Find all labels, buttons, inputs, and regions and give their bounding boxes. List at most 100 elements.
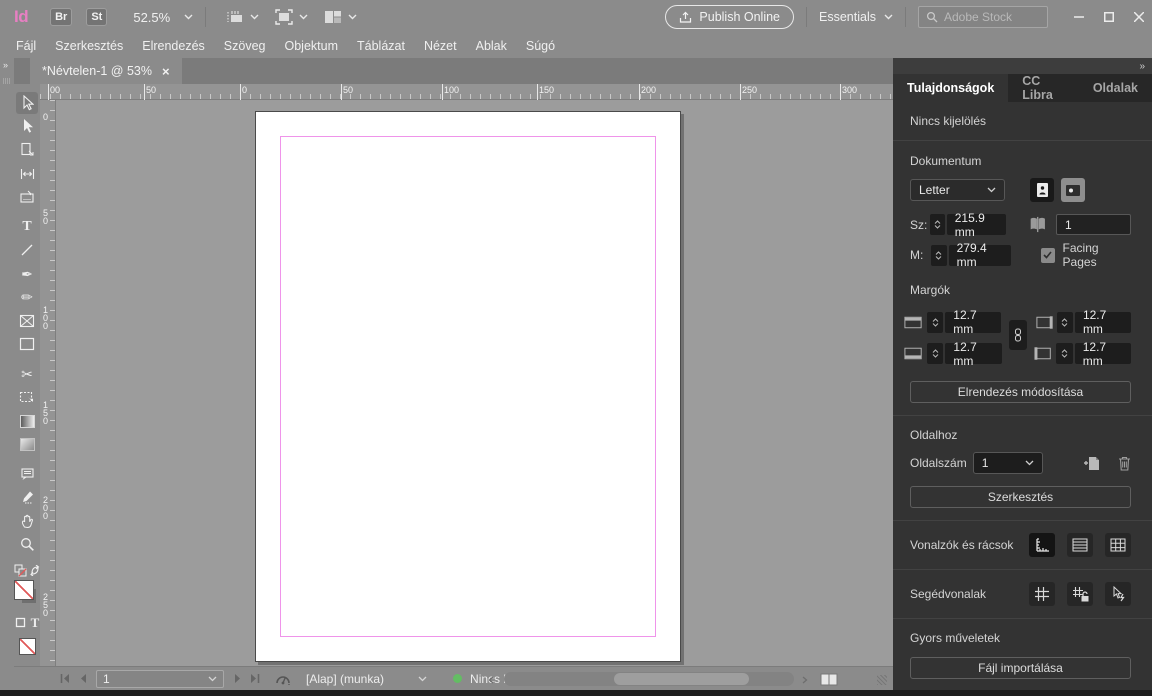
document-canvas[interactable] xyxy=(56,100,893,666)
resize-grip[interactable] xyxy=(877,675,887,685)
gradient-feather-tool[interactable] xyxy=(16,434,38,456)
fill-swatch[interactable] xyxy=(14,580,34,600)
tab-oldalak[interactable]: Oldalak xyxy=(1079,74,1152,102)
publish-online-button[interactable]: Publish Online xyxy=(665,5,794,29)
margin-left-field[interactable]: 12.7 mm xyxy=(1075,343,1131,364)
collapse-panel-icon[interactable]: » xyxy=(1139,61,1144,72)
type-tool[interactable]: T xyxy=(16,216,38,238)
page-tool[interactable] xyxy=(16,139,38,161)
document-grid-button[interactable] xyxy=(1105,533,1131,557)
page-number-dropdown[interactable]: 1 xyxy=(96,670,224,688)
preflight-profile-dropdown[interactable]: [Alap] (munka) xyxy=(306,672,427,686)
panel-page-number-dropdown[interactable]: 1 xyxy=(973,452,1043,474)
bridge-button[interactable]: Br xyxy=(50,8,72,26)
baseline-grid-button[interactable] xyxy=(1067,533,1093,557)
portrait-orientation-button[interactable] xyxy=(1030,178,1054,202)
menu-elrendezes[interactable]: Elrendezés xyxy=(142,39,205,53)
gradient-tool[interactable] xyxy=(16,410,38,432)
document-page[interactable] xyxy=(255,111,681,662)
facing-pages-checkbox[interactable] xyxy=(1041,248,1055,263)
menu-szerkesztes[interactable]: Szerkesztés xyxy=(55,39,123,53)
toolbar-drag-handle[interactable] xyxy=(3,78,11,84)
horizontal-scroll-thumb[interactable] xyxy=(614,673,749,685)
import-file-button[interactable]: Fájl importálása xyxy=(910,657,1131,679)
screen-mode-control[interactable] xyxy=(275,9,308,25)
stock-search-input[interactable] xyxy=(944,10,1034,24)
margin-left-stepper[interactable] xyxy=(1056,343,1072,364)
margin-top-stepper[interactable] xyxy=(927,312,943,333)
spread-view-icon[interactable] xyxy=(820,673,838,686)
scroll-left-icon[interactable] xyxy=(488,676,494,684)
view-options-control[interactable] xyxy=(226,9,259,25)
scroll-right-icon[interactable] xyxy=(802,676,808,684)
horizontal-scrollbar[interactable] xyxy=(504,672,794,686)
collapse-toolbar-icon[interactable]: » xyxy=(0,58,14,70)
gap-tool[interactable] xyxy=(16,163,38,185)
horizontal-ruler[interactable]: 00 50 0 50 100 150 200 250 300 xyxy=(40,84,893,100)
show-guides-button[interactable] xyxy=(1029,582,1055,606)
arrange-documents-control[interactable] xyxy=(324,10,357,24)
menu-objektum[interactable]: Objektum xyxy=(285,39,339,53)
menu-ablak[interactable]: Ablak xyxy=(476,39,507,53)
menu-nezet[interactable]: Nézet xyxy=(424,39,457,53)
maximize-button[interactable] xyxy=(1096,7,1122,27)
link-margins-button[interactable] xyxy=(1009,320,1026,350)
default-fill-stroke-icon[interactable] xyxy=(14,564,27,577)
height-stepper[interactable] xyxy=(931,245,947,266)
facing-pages-control[interactable]: Facing Pages xyxy=(1041,241,1131,269)
eyedropper-tool[interactable] xyxy=(16,487,38,509)
delete-page-icon[interactable] xyxy=(1118,456,1131,471)
preflight-menu-icon[interactable] xyxy=(274,670,292,688)
zoom-tool[interactable] xyxy=(16,534,38,556)
stock-button[interactable]: St xyxy=(86,8,107,26)
next-page-button[interactable] xyxy=(228,670,246,688)
free-transform-tool[interactable] xyxy=(16,387,38,409)
page-count-field[interactable]: 1 xyxy=(1056,214,1131,235)
line-tool[interactable] xyxy=(16,239,38,261)
previous-page-button[interactable] xyxy=(74,670,92,688)
direct-selection-tool[interactable] xyxy=(16,116,38,138)
pencil-tool[interactable]: ✏ xyxy=(16,287,38,309)
hand-tool[interactable] xyxy=(16,511,38,533)
formatting-container-icon[interactable] xyxy=(15,617,26,628)
menu-szoveg[interactable]: Szöveg xyxy=(224,39,266,53)
width-stepper[interactable] xyxy=(930,214,945,235)
menu-tablazat[interactable]: Táblázat xyxy=(357,39,405,53)
change-layout-button[interactable]: Elrendezés módosítása xyxy=(910,381,1131,403)
show-rulers-button[interactable] xyxy=(1029,533,1055,557)
scissors-tool[interactable]: ✂ xyxy=(16,363,38,385)
adobe-stock-search[interactable] xyxy=(918,6,1048,28)
note-tool[interactable] xyxy=(16,463,38,485)
tab-cc-libraries[interactable]: CC Libra xyxy=(1008,74,1079,102)
margin-top-field[interactable]: 12.7 mm xyxy=(945,312,1001,333)
zoom-level-control[interactable]: 52.5% xyxy=(133,10,193,25)
apply-none-button[interactable] xyxy=(15,635,39,659)
margin-right-stepper[interactable] xyxy=(1057,312,1073,333)
frame-tool[interactable] xyxy=(16,310,38,332)
close-button[interactable] xyxy=(1126,7,1152,27)
pen-tool[interactable]: ✒ xyxy=(16,263,38,285)
width-field[interactable]: 215.9 mm xyxy=(947,214,1007,235)
close-icon[interactable]: × xyxy=(162,64,170,79)
add-page-icon[interactable] xyxy=(1084,456,1100,471)
menu-fajl[interactable]: Fájl xyxy=(16,39,36,53)
height-field[interactable]: 279.4 mm xyxy=(949,245,1011,266)
selection-tool[interactable] xyxy=(16,92,38,114)
minimize-button[interactable] xyxy=(1066,7,1092,27)
vertical-ruler[interactable]: 0 50 100 150 200 250 xyxy=(40,100,56,666)
page-size-preset-dropdown[interactable]: Letter xyxy=(910,179,1005,201)
lock-guides-button[interactable] xyxy=(1067,582,1093,606)
menu-sugo[interactable]: Súgó xyxy=(526,39,555,53)
margin-bottom-stepper[interactable] xyxy=(927,343,943,364)
smart-guides-button[interactable] xyxy=(1105,582,1131,606)
landscape-orientation-button[interactable] xyxy=(1061,178,1085,202)
margin-bottom-field[interactable]: 12.7 mm xyxy=(945,343,1001,364)
formatting-text-icon[interactable]: T xyxy=(31,615,40,631)
margin-right-field[interactable]: 12.7 mm xyxy=(1075,312,1131,333)
tab-tulajdonsagok[interactable]: Tulajdonságok xyxy=(893,74,1008,102)
first-page-button[interactable] xyxy=(56,670,74,688)
document-tab[interactable]: *Névtelen-1 @ 53% × xyxy=(30,58,182,84)
swap-fill-stroke-icon[interactable] xyxy=(30,565,41,576)
last-page-button[interactable] xyxy=(246,670,264,688)
workspace-switcher[interactable]: Essentials xyxy=(819,10,893,24)
